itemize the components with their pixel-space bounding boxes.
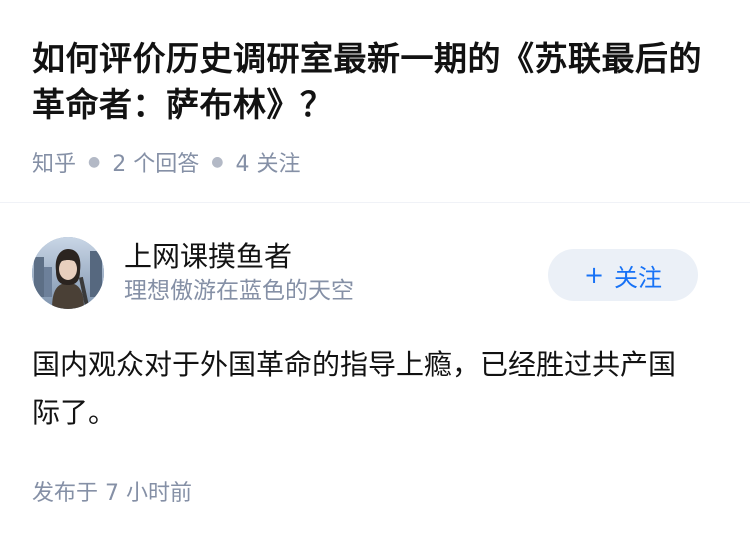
meta-separator-dot: ●: [211, 154, 224, 170]
question-meta: 知乎 ● 2 个回答 ● 4 关注: [32, 146, 718, 178]
plus-icon: +: [583, 261, 605, 289]
author-row: 上网课摸鱼者 理想傲游在蓝色的天空 + 关注: [32, 235, 718, 311]
answer-content[interactable]: 国内观众对于外国革命的指导上瘾，已经胜过共产国际了。: [32, 341, 698, 437]
question-title[interactable]: 如何评价历史调研室最新一期的《苏联最后的革命者：萨布林》？: [32, 36, 718, 128]
follow-button[interactable]: + 关注: [548, 249, 698, 301]
answer-timestamp: 发布于 7 小时前: [32, 481, 192, 506]
zhihu-question-page: 如何评价历史调研室最新一期的《苏联最后的革命者：萨布林》？ 知乎 ● 2 个回答…: [0, 0, 750, 538]
author-name[interactable]: 上网课摸鱼者: [124, 239, 354, 275]
meta-separator-dot: ●: [88, 154, 101, 170]
avatar[interactable]: [32, 237, 104, 309]
question-header: 如何评价历史调研室最新一期的《苏联最后的革命者：萨布林》？ 知乎 ● 2 个回答…: [0, 0, 750, 177]
answer-card: 上网课摸鱼者 理想傲游在蓝色的天空 + 关注 国内观众对于外国革命的指导上瘾，已…: [0, 203, 750, 507]
follow-label: 关注: [614, 263, 663, 292]
follower-count[interactable]: 4 关注: [235, 146, 300, 178]
avatar-image: [32, 237, 104, 309]
author-info: 上网课摸鱼者 理想傲游在蓝色的天空: [124, 239, 354, 307]
answer-count[interactable]: 2 个回答: [112, 146, 199, 178]
author-bio: 理想傲游在蓝色的天空: [124, 278, 354, 304]
source-label[interactable]: 知乎: [32, 146, 76, 178]
